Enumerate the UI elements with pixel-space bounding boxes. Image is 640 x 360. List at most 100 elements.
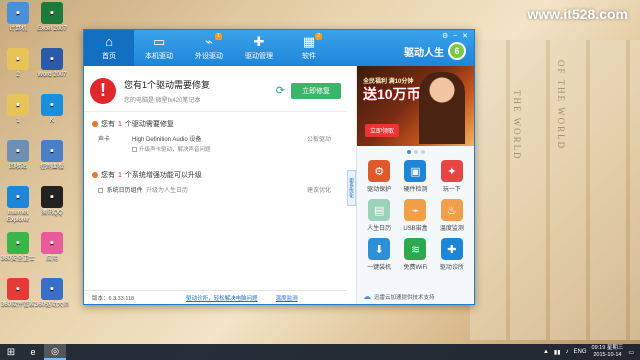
ad-claim-button[interactable]: 立即领取 — [365, 124, 400, 137]
desktop-icon-label: 计算机 — [8, 26, 27, 32]
bullet-icon — [92, 172, 98, 178]
clock-date: 2015-10-14 — [593, 352, 622, 358]
tool-button[interactable]: ▣ 硬件检测 — [397, 160, 433, 193]
desktop-wallpaper-books — [470, 40, 640, 340]
wifi-icon: ≋ — [404, 238, 427, 260]
system-tray: ▲ ▮▮ ♪ ENG 09:19 星期三 2015-10-14 ▭ — [543, 345, 640, 359]
nav-tab[interactable]: ⌁ 外设驱动 1 — [184, 30, 234, 66]
tool-label: 玩一下 — [442, 187, 461, 193]
calendar-icon: ▤ — [368, 199, 391, 221]
tool-button[interactable]: ▤ 人生日历 — [361, 199, 397, 232]
section-header: 您有 1 个驱动需要修复 — [92, 119, 341, 129]
tray-expand-icon[interactable]: ▲ — [543, 349, 549, 355]
folder-icon: ▪ — [7, 94, 29, 116]
computer-icon: ▪ — [7, 2, 29, 24]
tool-button[interactable]: ✦ 玩一下 — [434, 160, 470, 193]
recycle-bin-icon: ▪ — [7, 140, 29, 162]
minimize-icon[interactable]: – — [453, 32, 457, 40]
driver-category: 声卡 — [98, 137, 111, 143]
upgrade-desc: 升级为人生日历 — [146, 188, 189, 194]
tool-button[interactable]: ⌁ USB宙盒 — [397, 199, 433, 232]
close-icon[interactable]: ✕ — [462, 32, 468, 40]
driver-genius-window: ⌂ 首页 ▭ 本机驱动 ⌁ 外设驱动 1 ✚ 驱动管理 ▦ 软件 2 ⚙ – ✕ 驱动人生 6 ! 您… — [83, 29, 475, 305]
desktop-icon[interactable]: ▪ 腾讯QQ — [34, 186, 70, 217]
monitor-icon: ▭ — [152, 34, 166, 49]
tool-button[interactable]: ⚙ 驱动保护 — [361, 160, 397, 193]
menu-icon[interactable]: ⚙ — [442, 32, 448, 40]
desktop-icon[interactable]: ▪ 2 — [0, 48, 36, 79]
wallpaper-book-text: THE WORLD — [512, 90, 522, 161]
start-button[interactable]: ⊞ — [0, 347, 22, 358]
alert-banner: ! 您有1个驱动需要修复 您的电脑是:微星fx420笔记本 ⟳ 立即修复 — [84, 66, 347, 112]
section-header: 您有 1 个系统增强功能可以升级 — [92, 170, 341, 180]
tool-button[interactable]: ≋ 免费WiFi — [397, 238, 433, 271]
nav-tab-label: 驱动管理 — [245, 53, 273, 60]
wallpaper-book-text: OF THE WORLD — [556, 60, 566, 151]
pager-dot[interactable] — [413, 150, 418, 154]
desktop-icon[interactable]: ▪ 1 — [0, 94, 36, 125]
clock[interactable]: 09:19 星期三 2015-10-14 — [592, 345, 624, 359]
game-ad-banner[interactable]: 全民福利 满10分钟 送10万币 立即领取 — [357, 66, 474, 146]
pinwheel-icon: ▪ — [41, 232, 63, 254]
ad-character-image — [419, 72, 465, 144]
taskbar-ie-icon[interactable]: e — [22, 344, 44, 360]
desktop-icon[interactable]: ▪ 360驱动大师 — [34, 278, 70, 309]
tool-button[interactable]: ⬇ 一键装机 — [361, 238, 397, 271]
desktop-icon[interactable]: ▪ 控制面板 — [34, 140, 70, 171]
tool-button[interactable]: ✚ 驱动诊所 — [434, 238, 470, 271]
notification-icon[interactable]: ▭ — [628, 349, 634, 356]
pager-dot[interactable] — [420, 150, 425, 154]
desktop-icon[interactable]: ▪ 360软件管家 — [0, 278, 36, 309]
nav-tab-label: 本机驱动 — [145, 53, 173, 60]
desktop-icon[interactable]: ▪ Word 2007 — [34, 48, 70, 79]
tool-label: 人生日历 — [367, 226, 392, 232]
desktop-icon[interactable]: ▪ 应用 — [34, 232, 70, 263]
tool-label: 一键装机 — [367, 265, 392, 271]
nav-tab[interactable]: ▭ 本机驱动 — [134, 30, 184, 66]
desktop-icon[interactable]: ▪ K — [34, 94, 70, 125]
desktop-icon-label: 腾讯QQ — [41, 210, 63, 216]
desktop-icon-label: 1 — [16, 118, 20, 124]
tool-label: 硬件检测 — [403, 187, 428, 193]
nav-tab[interactable]: ✚ 驱动管理 — [234, 30, 284, 66]
usb-icon: ⌁ — [205, 34, 213, 49]
desktop-icon[interactable]: ▪ 计算机 — [0, 2, 36, 33]
temperature-link[interactable]: 温度监测 — [276, 294, 298, 302]
refresh-icon[interactable]: ⟳ — [276, 84, 285, 97]
desktop-icon-label: 控制面板 — [39, 164, 64, 170]
language-indicator[interactable]: ENG — [574, 349, 587, 355]
network-icon[interactable]: ▮▮ — [554, 349, 561, 356]
nav-tab[interactable]: ⌂ 首页 — [84, 30, 134, 66]
tool-label: USB宙盒 — [403, 226, 428, 232]
main-content: ! 您有1个驱动需要修复 您的电脑是:微星fx420笔记本 ⟳ 立即修复 您有 … — [84, 66, 347, 304]
desktop-icon-label: 2 — [16, 72, 20, 78]
taskbar-driver-genius-icon[interactable]: ◎ — [44, 344, 66, 360]
desktop-icon[interactable]: ▪ Internet Explorer — [0, 186, 36, 224]
fix-now-button[interactable]: 立即修复 — [291, 82, 341, 99]
nav-tab-label: 外设驱动 — [195, 53, 223, 60]
driver-clinic-link[interactable]: 驱动诊所，轻松解决电脑问题 — [186, 294, 258, 302]
nav-tab[interactable]: ▦ 软件 2 — [284, 30, 334, 66]
desktop-icon-label: Internet Explorer — [6, 210, 30, 223]
desktop-icon[interactable]: ▪ 360安全卫士 — [0, 232, 36, 263]
desktop-icon-label: 回收站 — [8, 164, 27, 170]
tool-button[interactable]: ♨ 温度监测 — [434, 199, 470, 232]
nav-tab-label: 软件 — [302, 53, 316, 60]
cloud-icon: ☁ — [363, 292, 371, 301]
clock-time: 09:19 星期三 — [591, 345, 624, 351]
control-panel-icon: ▪ — [41, 140, 63, 162]
driver-row: 声卡 High Definition Audio 设备 升级声卡驱动，解决声音问… — [92, 134, 341, 153]
desktop-icon[interactable]: ▪ 回收站 — [0, 140, 36, 171]
more-optimize-tab[interactable]: 更多优化 — [347, 170, 356, 206]
desktop-icon-label: 应用 — [45, 256, 58, 262]
upgrade-count: 1 — [118, 171, 122, 179]
desktop-icon-label: Word 2007 — [37, 72, 67, 78]
pager-dot[interactable] — [406, 150, 411, 154]
cloud-text: 迅雷云加速提供技术支持 — [374, 294, 435, 301]
app-topbar: ⌂ 首页 ▭ 本机驱动 ⌁ 外设驱动 1 ✚ 驱动管理 ▦ 软件 2 ⚙ – ✕ 驱动人生 6 — [84, 30, 474, 66]
right-panel: 全民福利 满10分钟 送10万币 立即领取 ⚙ 驱动保护 ▣ 硬件检测 ✦ 玩一下 ▤ 人生日… — [356, 66, 474, 304]
calendar-checkbox[interactable] — [98, 187, 103, 193]
volume-icon[interactable]: ♪ — [566, 349, 569, 355]
upgrade-checkbox[interactable] — [132, 147, 137, 153]
desktop-icon[interactable]: ▪ Excel 2007 — [34, 2, 70, 33]
